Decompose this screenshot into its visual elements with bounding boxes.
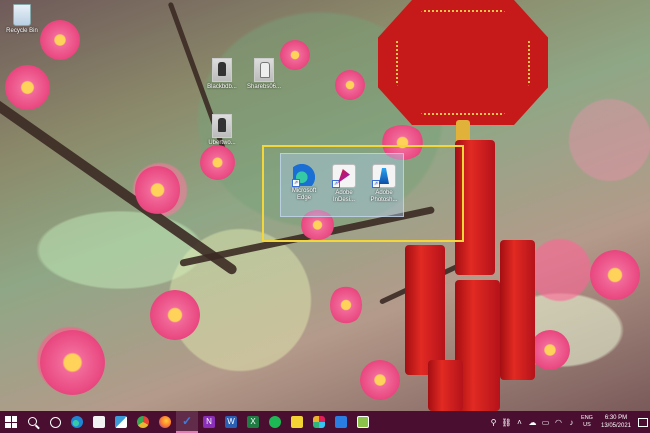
blossom xyxy=(360,360,400,400)
taskbar-app-edge[interactable] xyxy=(66,411,88,433)
word-icon: W xyxy=(225,416,237,428)
greenshot-icon xyxy=(357,416,369,428)
blossom xyxy=(135,165,180,215)
cloud-icon[interactable]: ☁ xyxy=(526,411,539,433)
photos-icon xyxy=(335,416,347,428)
blossom xyxy=(590,250,640,300)
recycle-bin-shortcut[interactable]: Recycle Bin xyxy=(2,4,42,35)
microsoft-edge-shortcut[interactable]: ↗ Microsoft Edge xyxy=(285,164,323,202)
taskbar-app-greenshot[interactable] xyxy=(352,411,374,433)
taskbar-app-todo[interactable]: ✓ xyxy=(176,411,198,433)
volume-icon[interactable]: ♪ xyxy=(565,411,578,433)
lantern-tassel xyxy=(428,360,463,411)
region-code: US xyxy=(583,422,591,428)
app-icon xyxy=(115,416,127,428)
taskbar-app-slack[interactable] xyxy=(308,411,330,433)
taskbar-app-spotify[interactable] xyxy=(264,411,286,433)
taskbar-app-excel[interactable]: X xyxy=(242,411,264,433)
desktop-background: Recycle Bin Blackbdb... Sharebs06... Ube… xyxy=(0,0,650,411)
taskbar-app-blue[interactable] xyxy=(110,411,132,433)
taskbar-app-firefox[interactable] xyxy=(154,411,176,433)
excel-icon: X xyxy=(247,416,259,428)
blossom xyxy=(530,330,570,370)
photo-file-icon xyxy=(212,58,232,82)
lantern-decoration xyxy=(378,0,548,125)
adobe-photoshop-shortcut[interactable]: ↗ Adobe Photosh... xyxy=(365,164,403,204)
desktop-file[interactable]: Blackbdb... xyxy=(202,58,242,91)
recycle-bin-icon xyxy=(13,4,31,26)
notification-center-button[interactable] xyxy=(636,411,650,433)
notification-icon xyxy=(638,417,648,427)
adobe-indesign-shortcut[interactable]: ↗ Adobe InDesi... xyxy=(325,164,363,204)
sticky-notes-icon xyxy=(291,416,303,428)
recycle-bin-label: Recycle Bin xyxy=(6,28,38,34)
windows-logo-icon xyxy=(5,416,17,428)
taskbar-app-word[interactable]: W xyxy=(220,411,242,433)
taskbar-app-chrome[interactable] xyxy=(132,411,154,433)
firefox-icon xyxy=(159,416,171,428)
lantern-tassel xyxy=(405,245,445,375)
blossom xyxy=(5,65,50,110)
battery-icon[interactable]: ▭ xyxy=(539,411,552,433)
slack-icon xyxy=(313,416,325,428)
taskbar-app-sticky-notes[interactable] xyxy=(286,411,308,433)
link-icon[interactable]: ⛓ xyxy=(500,411,513,433)
cortana-icon xyxy=(49,416,61,428)
shortcut-label: Adobe Photosh... xyxy=(370,190,398,203)
cortana-button[interactable] xyxy=(44,411,66,433)
photo-file-icon xyxy=(212,114,232,138)
indesign-icon: ↗ xyxy=(332,164,356,188)
language-code: ENG xyxy=(581,415,593,421)
onenote-icon: N xyxy=(203,416,215,428)
photoshop-icon: ↗ xyxy=(372,164,396,188)
taskbar-app-store[interactable] xyxy=(88,411,110,433)
blossom xyxy=(335,70,365,100)
desktop-file[interactable]: Ubertwo... xyxy=(202,114,242,147)
desktop-file-label: Blackbdb... xyxy=(207,84,237,90)
clock-date: 13/05/2021 xyxy=(600,423,632,429)
edge-icon: ↗ xyxy=(292,164,315,187)
search-icon xyxy=(27,416,37,426)
blossom xyxy=(40,330,105,395)
wifi-icon[interactable]: ◠ xyxy=(552,411,565,433)
blossom xyxy=(40,20,80,60)
search-button[interactable] xyxy=(22,411,44,433)
photo-file-icon xyxy=(254,58,274,82)
spotify-icon xyxy=(269,416,281,428)
shortcut-label: Adobe InDesi... xyxy=(332,190,355,203)
store-icon xyxy=(93,416,105,428)
people-icon[interactable]: ⚲ xyxy=(487,411,500,433)
start-button[interactable] xyxy=(0,411,22,433)
chrome-icon xyxy=(137,416,149,428)
blossom xyxy=(150,290,200,340)
clock[interactable]: 6:30 PM 13/05/2021 xyxy=(596,414,636,430)
desktop-file-label: Sharebs06... xyxy=(246,84,282,90)
taskbar-app-photos[interactable] xyxy=(330,411,352,433)
blossom xyxy=(280,40,310,70)
language-indicator[interactable]: ENG US xyxy=(578,415,596,429)
edge-icon xyxy=(71,416,83,428)
blossom xyxy=(330,285,362,325)
chevron-up-icon[interactable]: ˄ xyxy=(513,411,526,433)
desktop-file[interactable]: Sharebs06... xyxy=(244,58,284,91)
taskbar: ✓ N W X ⚲ ⛓ ˄ ☁ ▭ ◠ ♪ ENG US 6:30 PM 13/… xyxy=(0,411,650,433)
taskbar-app-onenote[interactable]: N xyxy=(198,411,220,433)
clock-time: 6:30 PM xyxy=(604,415,628,421)
system-tray: ⚲ ⛓ ˄ ☁ ▭ ◠ ♪ ENG US 6:30 PM 13/05/2021 xyxy=(487,411,650,433)
lantern-tassel xyxy=(500,240,535,380)
checkmark-icon: ✓ xyxy=(181,414,193,428)
shortcut-label: Microsoft Edge xyxy=(291,188,317,201)
desktop-file-label: Ubertwo... xyxy=(208,140,236,146)
blossom xyxy=(200,145,235,180)
